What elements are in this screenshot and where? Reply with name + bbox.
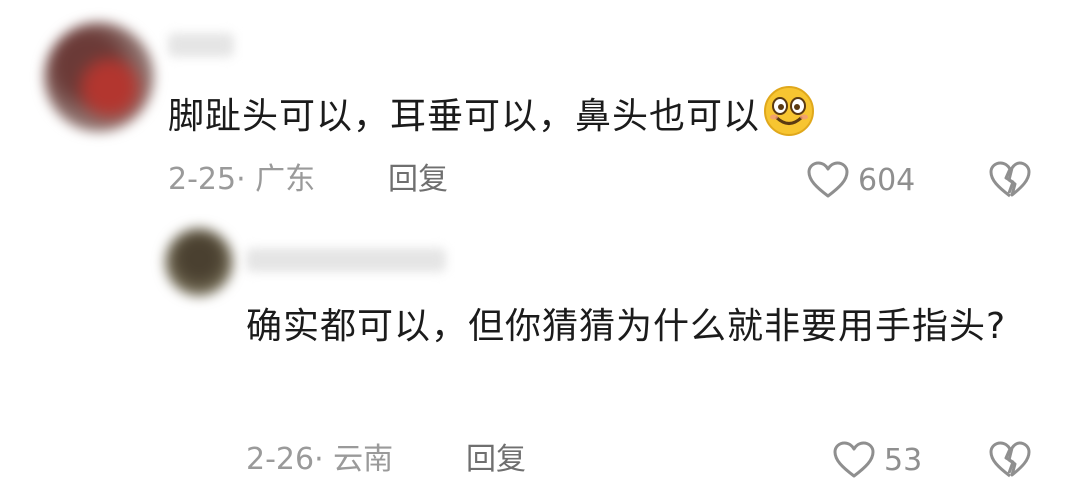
avatar[interactable] [165, 228, 233, 296]
broken-heart-icon[interactable] [988, 160, 1032, 200]
avatar[interactable] [44, 22, 154, 132]
comment-text: 确实都可以，但你猜猜为什么就非要用手指头? [246, 306, 1007, 347]
comment-date-location: 2-26· 云南 [246, 442, 394, 477]
comment-date-location: 2-25· 广东 [168, 162, 316, 197]
like-button[interactable]: 604 [806, 160, 915, 200]
username-blurred[interactable] [168, 33, 234, 57]
heart-outline-icon [833, 441, 875, 478]
username-blurred[interactable] [246, 248, 446, 272]
reply-button[interactable]: 回复 [388, 160, 448, 200]
smiling-face-icon [764, 86, 815, 136]
reply-button[interactable]: 回复 [466, 440, 526, 480]
like-count: 53 [884, 442, 923, 478]
like-count: 604 [858, 162, 916, 198]
comment-text: 脚趾头可以，耳垂可以，鼻头也可以 [168, 96, 761, 137]
heart-outline-icon [807, 161, 849, 198]
broken-heart-icon[interactable] [988, 440, 1032, 480]
comment-body: 脚趾头可以，耳垂可以，鼻头也可以 [168, 84, 816, 146]
comment-body: 确实都可以，但你猜猜为什么就非要用手指头? [246, 298, 1036, 356]
like-button[interactable]: 53 [832, 440, 922, 480]
comment-thread: 脚趾头可以，耳垂可以，鼻头也可以 2-25· 广东 回复 604 确实都可以，但… [0, 0, 1080, 503]
